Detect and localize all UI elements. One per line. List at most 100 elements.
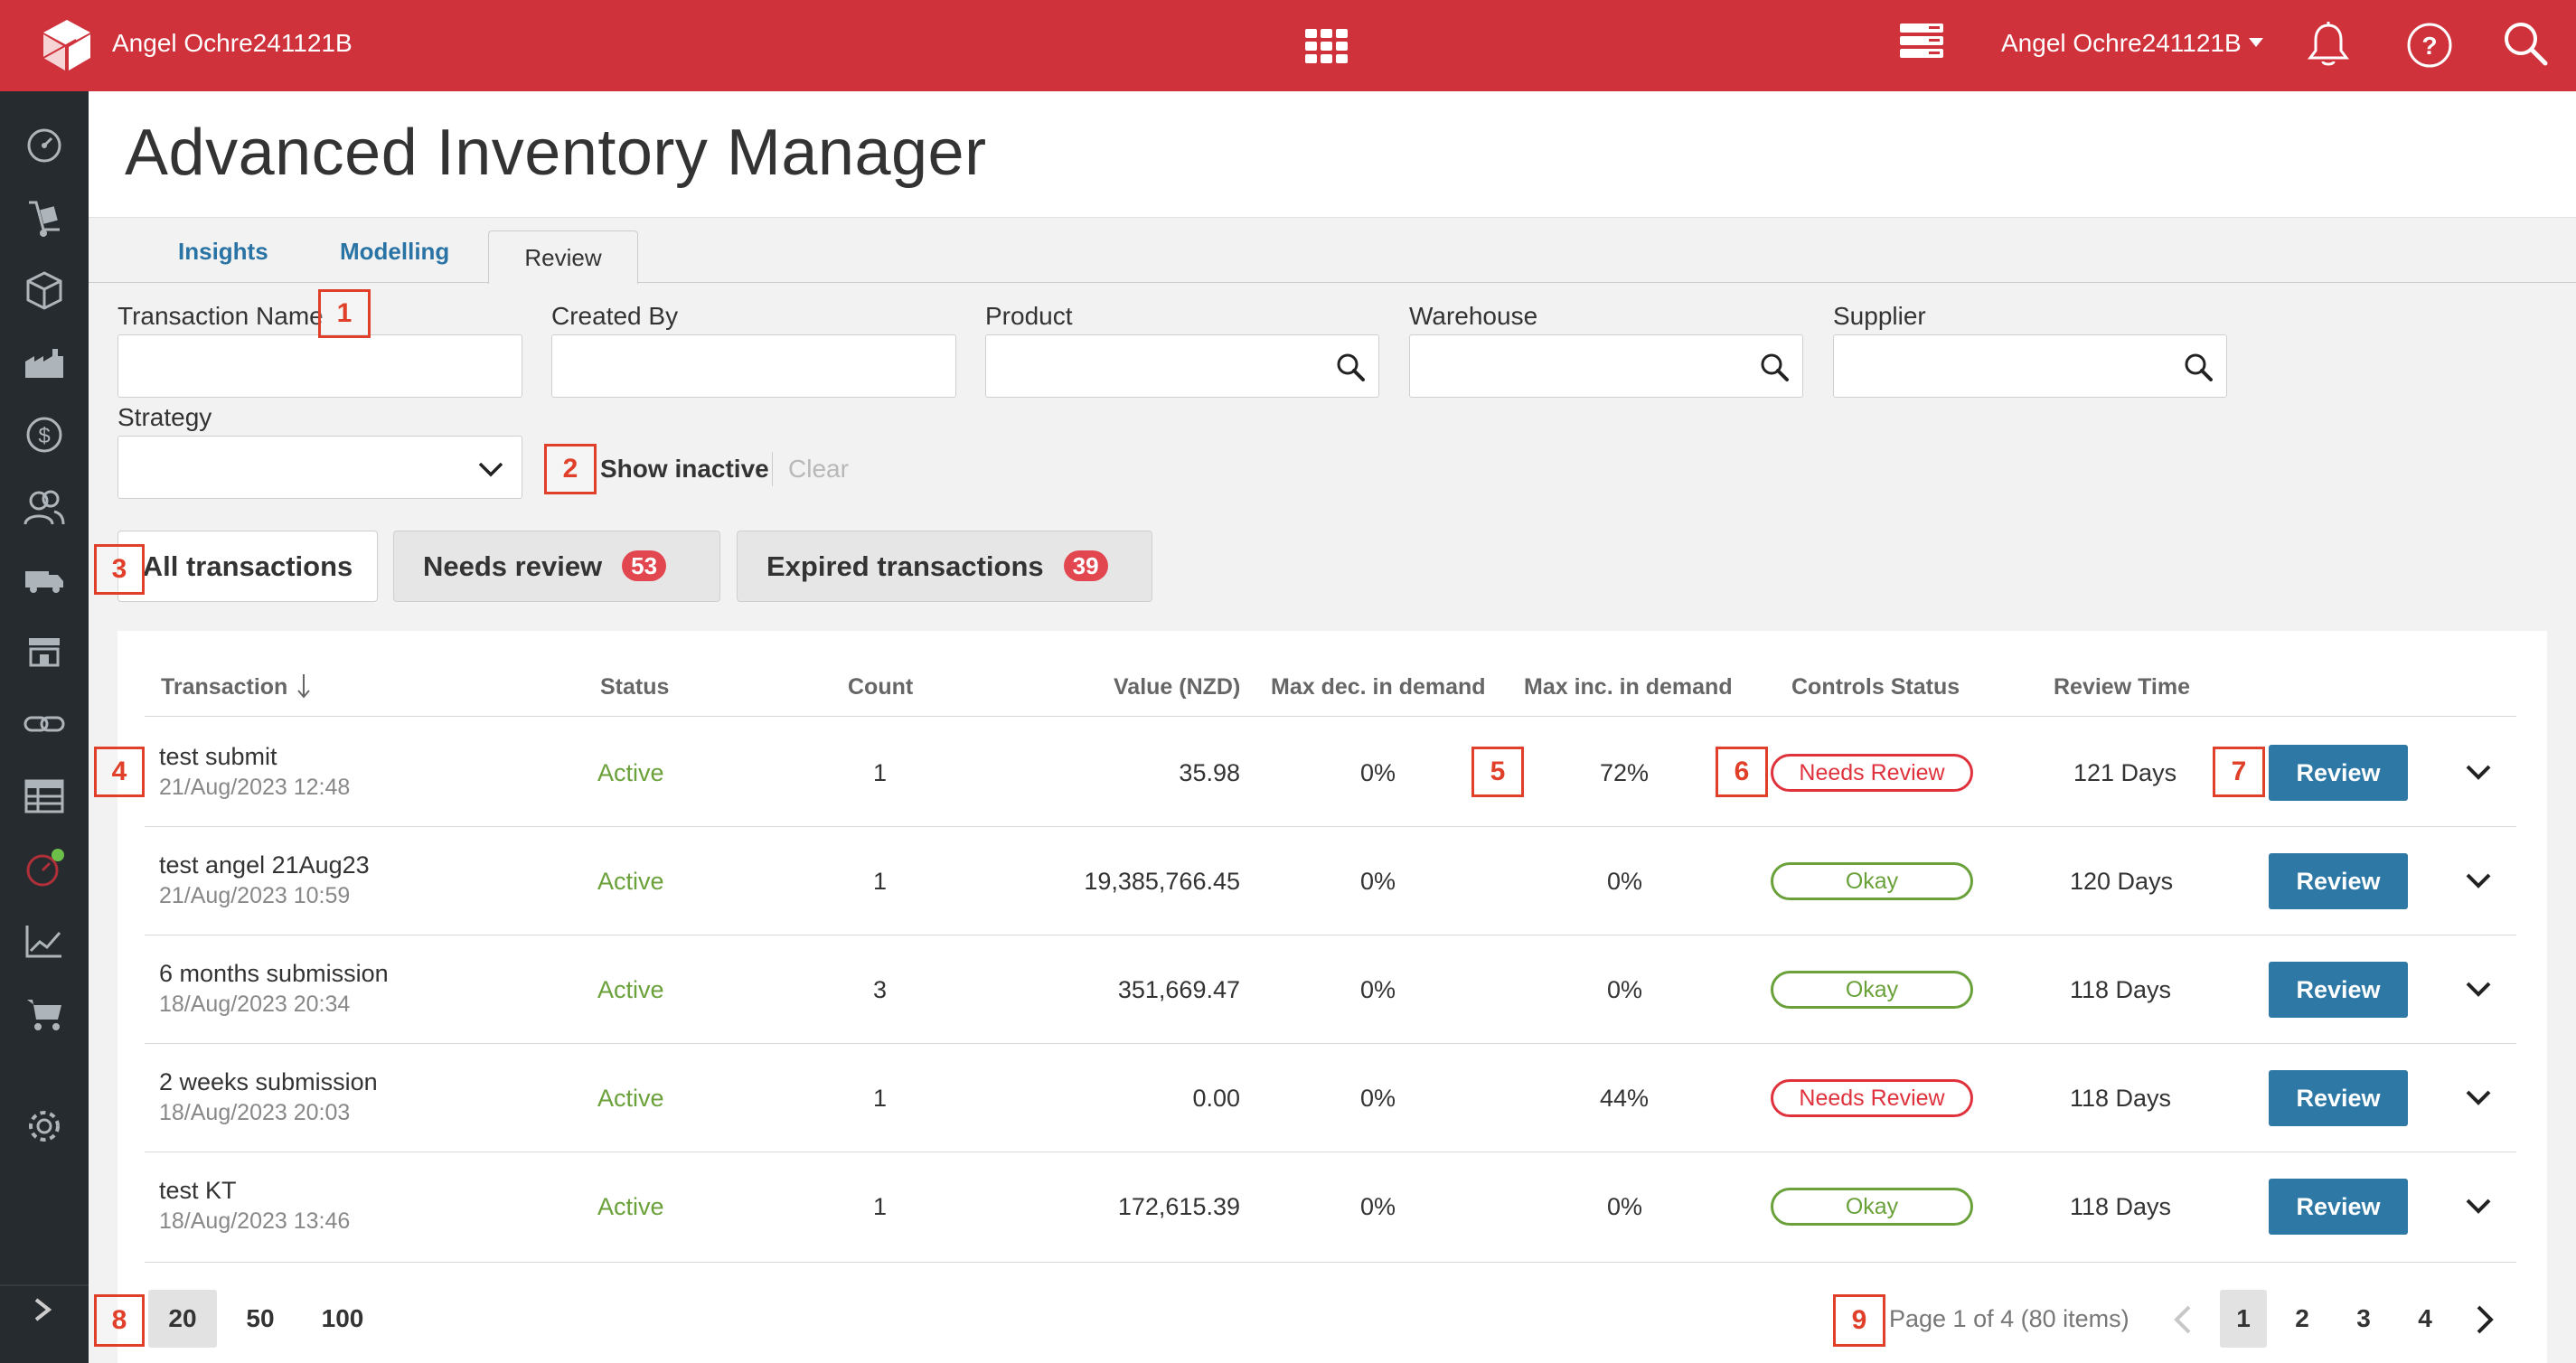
expired-transactions-label: Expired transactions [766,550,1044,582]
value-amount: 19,385,766.45 [1084,868,1240,895]
bell-icon[interactable] [2307,20,2350,69]
transaction-date: 18/Aug/2023 13:46 [159,1208,351,1234]
page-1[interactable]: 1 [2220,1290,2267,1348]
dollar-icon[interactable]: $ [22,412,67,457]
column-header-review-time[interactable]: Review Time [2054,674,2190,700]
needs-review-button[interactable]: Needs review 53 [393,531,720,602]
cart-icon[interactable] [22,991,67,1036]
users-icon[interactable] [22,484,67,530]
transactions-table [118,631,2547,1363]
strategy-select[interactable] [118,436,522,499]
all-transactions-button[interactable]: All transactions [118,531,378,602]
chevron-down-icon[interactable] [2462,868,2495,895]
column-header-controls[interactable]: Controls Status [1791,674,1960,700]
product-input[interactable] [985,334,1379,398]
dashboard-icon[interactable] [22,123,67,168]
sort-down-icon[interactable] [296,672,311,700]
review-button[interactable]: Review [2269,962,2408,1018]
server-icon[interactable] [1898,22,1945,60]
status-text: Active [597,1193,664,1220]
table-icon[interactable] [22,774,67,819]
annotation-marker: 3 [94,544,145,595]
status-text: Active [597,759,664,786]
review-button[interactable]: Review [2269,1179,2408,1235]
column-header-transaction[interactable]: Transaction [161,674,311,701]
controls-status-badge: Needs Review [1771,1079,1973,1117]
chevron-down-icon[interactable] [2462,976,2495,1003]
tab-bar [89,218,2576,283]
chevron-down-icon[interactable] [2462,759,2495,786]
truck-icon[interactable] [22,557,67,602]
chevron-right-icon[interactable] [2471,1303,2498,1336]
chevron-down-icon [478,462,503,477]
chart-icon[interactable] [22,918,67,964]
transaction-cell: 6 months submission 18/Aug/2023 20:34 [159,960,389,1018]
review-time: 118 Days [2070,1193,2172,1220]
help-icon[interactable]: ? [2406,22,2453,69]
transaction-name[interactable]: 2 weeks submission [159,1068,378,1096]
transaction-name[interactable]: test KT [159,1177,350,1205]
column-header-status[interactable]: Status [600,674,669,700]
page-size-100[interactable]: 100 [311,1290,374,1348]
count-value: 1 [873,1193,888,1220]
chevron-left-icon[interactable] [2169,1303,2196,1336]
created-by-input[interactable] [551,334,956,398]
search-icon[interactable] [1335,352,1366,382]
page-size-20[interactable]: 20 [148,1290,217,1348]
count-value: 1 [873,759,888,786]
supplier-input[interactable] [1833,334,2227,398]
controls-status-badge: Needs Review [1771,754,1973,792]
tab-modelling[interactable]: Modelling [340,238,449,266]
row-divider [145,1043,2516,1044]
annotation-marker: 2 [544,444,597,494]
search-icon[interactable] [2183,352,2214,382]
transaction-cell: test submit 21/Aug/2023 12:48 [159,743,350,801]
value-amount: 172,615.39 [1117,1193,1240,1220]
search-icon[interactable] [1759,352,1790,382]
brand-name[interactable]: Angel Ochre241121B [112,29,353,58]
column-header-max-inc[interactable]: Max inc. in demand [1524,674,1733,700]
dolly-icon[interactable] [22,195,67,240]
user-menu[interactable]: Angel Ochre241121B [2001,29,2263,58]
annotation-marker: 6 [1716,747,1768,797]
review-button[interactable]: Review [2269,853,2408,909]
apps-grid-icon[interactable] [1303,27,1350,65]
page-3[interactable]: 3 [2341,1290,2386,1348]
settings-icon[interactable] [22,1104,67,1149]
show-inactive-toggle[interactable]: Show inactive [600,455,769,484]
transaction-name-input[interactable] [118,334,522,398]
column-header-value[interactable]: Value (NZD) [1114,674,1240,700]
gauge-icon[interactable] [22,846,67,891]
expired-transactions-button[interactable]: Expired transactions 39 [737,531,1152,602]
review-button[interactable]: Review [2269,745,2408,801]
page-2[interactable]: 2 [2280,1290,2325,1348]
tab-review[interactable]: Review [488,230,638,284]
chevron-down-icon[interactable] [2462,1085,2495,1112]
column-header-count[interactable]: Count [848,674,913,700]
svg-text:$: $ [38,424,50,448]
warehouse-input[interactable] [1409,334,1803,398]
transaction-name[interactable]: test angel 21Aug23 [159,851,370,879]
tab-insights[interactable]: Insights [178,238,268,266]
cube-logo-icon[interactable] [40,16,94,74]
box-icon[interactable] [22,268,67,313]
transaction-name[interactable]: 6 months submission [159,960,389,988]
review-button[interactable]: Review [2269,1070,2408,1126]
transaction-date: 18/Aug/2023 20:34 [159,992,351,1017]
transaction-date: 21/Aug/2023 10:59 [159,883,351,908]
factory-icon[interactable] [22,340,67,385]
transaction-cell: test angel 21Aug23 21/Aug/2023 10:59 [159,851,370,909]
clear-button[interactable]: Clear [788,455,849,484]
header-divider [145,716,2516,717]
status-text: Active [597,976,664,1003]
column-header-max-dec[interactable]: Max dec. in demand [1271,674,1486,700]
chevron-right-icon[interactable] [29,1296,56,1323]
page-size-50[interactable]: 50 [233,1290,287,1348]
link-icon[interactable] [22,701,67,747]
search-icon[interactable] [2502,20,2549,67]
store-icon[interactable] [22,629,67,674]
transaction-name[interactable]: test submit [159,743,350,771]
user-name: Angel Ochre241121B [2001,29,2242,57]
page-4[interactable]: 4 [2402,1290,2448,1348]
chevron-down-icon[interactable] [2462,1193,2495,1220]
